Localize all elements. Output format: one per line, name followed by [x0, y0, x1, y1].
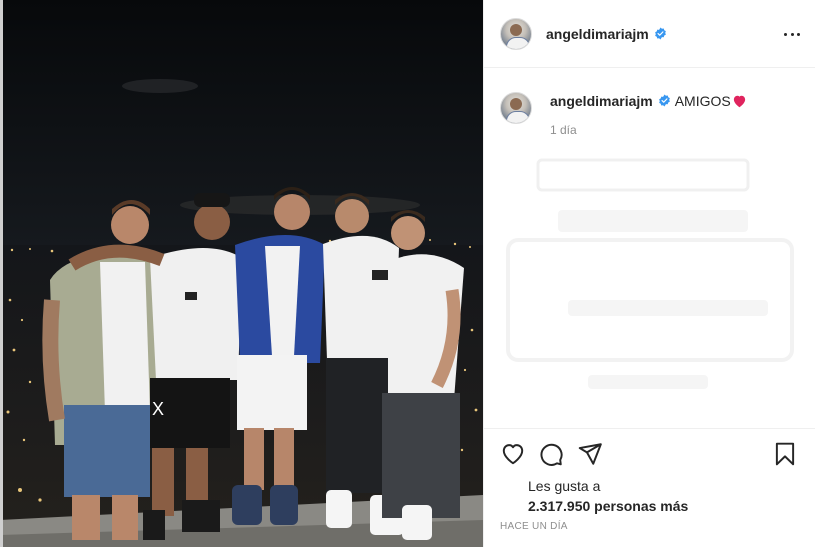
- red-heart-emoji-icon: [733, 95, 745, 108]
- likes-count[interactable]: 2.317.950 personas más: [528, 497, 688, 515]
- post-photo[interactable]: X: [0, 0, 483, 547]
- save-icon[interactable]: [772, 441, 798, 467]
- post-side-panel: angeldimariajm angeldimariajm AMIGOS 1 d…: [483, 0, 815, 547]
- caption-line: angeldimariajm AMIGOS: [550, 92, 747, 110]
- more-options-icon[interactable]: [784, 26, 800, 42]
- heart-icon[interactable]: [500, 441, 526, 467]
- comments-area-placeholder: [506, 158, 794, 389]
- caption-body: angeldimariajm AMIGOS 1 día: [550, 92, 747, 137]
- post-date: HACE UN DÍA: [500, 521, 568, 532]
- caption-verified-badge-icon: [658, 94, 670, 107]
- group-photo-image: X: [0, 0, 483, 547]
- caption-time: 1 día: [550, 123, 577, 137]
- likes-summary[interactable]: Les gusta a 2.317.950 personas más: [528, 477, 688, 515]
- share-icon[interactable]: [577, 441, 603, 467]
- action-icons-row: [500, 441, 800, 469]
- caption: angeldimariajm AMIGOS 1 día: [500, 92, 800, 137]
- instagram-post: X angeldimariajm angeldimariajm AMIGOS 1…: [0, 0, 815, 547]
- caption-username[interactable]: angeldimariajm: [550, 93, 653, 109]
- verified-badge-icon: [654, 27, 666, 40]
- liker-avatar[interactable]: [500, 479, 520, 499]
- author-avatar[interactable]: [500, 17, 532, 50]
- post-header: angeldimariajm: [484, 0, 815, 68]
- author-username[interactable]: angeldimariajm: [546, 26, 649, 42]
- likes-prefix: Les gusta a: [528, 478, 601, 494]
- caption-text: AMIGOS: [674, 93, 731, 109]
- comment-icon[interactable]: [538, 441, 564, 467]
- post-actions: Les gusta a 2.317.950 personas más HACE …: [484, 428, 815, 547]
- svg-text:X: X: [152, 399, 164, 419]
- caption-author-avatar[interactable]: [500, 92, 532, 124]
